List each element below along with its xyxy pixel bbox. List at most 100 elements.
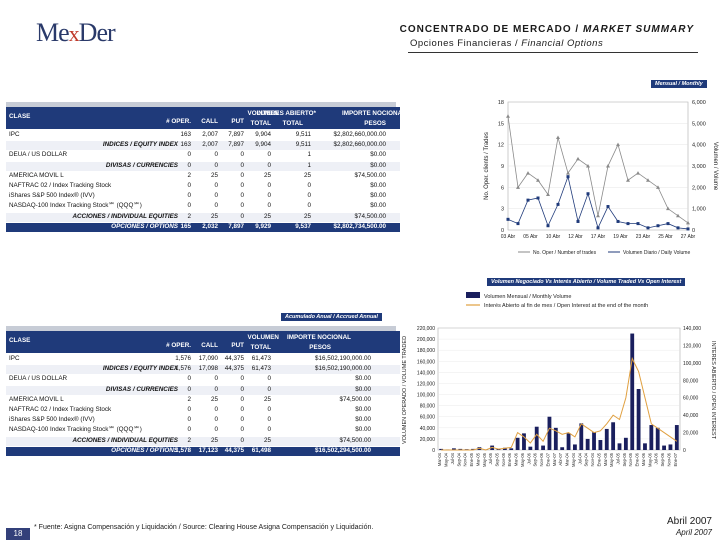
- table-cell: 7,897: [228, 222, 244, 230]
- legend-label: Volumen Mensual / Monthly Volume: [484, 294, 571, 300]
- bar: [630, 333, 635, 450]
- right-tick-label: 1,000: [692, 207, 706, 213]
- left-tick-label: 120,000: [417, 381, 435, 387]
- table-cell: 2,032: [202, 222, 218, 230]
- left-tick-label: 100,000: [417, 393, 435, 399]
- table-cell: $74,500.00: [354, 212, 386, 220]
- table-cell: 2: [187, 212, 191, 220]
- header-cell: IMPORTE NOCIONAL: [286, 334, 351, 341]
- x-tick-label: Mar-05: [603, 452, 608, 466]
- table-cell: $0.00: [355, 416, 371, 424]
- data-point: [686, 227, 690, 231]
- x-tick-label: May-05: [609, 452, 614, 467]
- right-axis-label: Volumen / Volume: [712, 142, 718, 191]
- data-point: [606, 205, 610, 209]
- page-number: 18: [6, 528, 30, 540]
- legend-label: No. Oper / Number of trades: [533, 250, 597, 256]
- data-point: [676, 226, 680, 230]
- table-cell: 1: [307, 161, 311, 169]
- data-point: [536, 196, 540, 200]
- row-label: iShares S&P 500 Index® (IVV): [9, 416, 95, 424]
- left-tick-label: 220,000: [417, 326, 435, 332]
- table-cell: 0: [187, 192, 191, 200]
- table-cell: 0: [267, 385, 271, 393]
- data-point: [626, 222, 630, 226]
- table-cell: 0: [214, 416, 218, 424]
- data-point: [596, 226, 600, 230]
- table-cell: 0: [214, 426, 218, 434]
- x-tick-label: Sep-06: [660, 452, 665, 466]
- table-cell: 0: [214, 385, 218, 393]
- header-cell: PESOS: [309, 344, 331, 351]
- table-row: DEUA / US DOLLAR 0 0 0 0 $0.00: [6, 375, 400, 384]
- table-cell: 61,473: [251, 365, 271, 373]
- table-row: INDICES / EQUITY INDEX 163 2,007 7,897 9,904…: [6, 141, 400, 151]
- table-cell: 17,098: [198, 365, 218, 373]
- x-tick-label: Ene-05: [596, 452, 601, 466]
- table-cell: $16,502,190,000.00: [314, 355, 371, 362]
- x-tick-label: Sep-05: [495, 452, 500, 466]
- row-label: INDICES / EQUITY INDEX: [102, 365, 178, 373]
- x-tick-label: Mar-06: [514, 452, 519, 466]
- table-cell: 0: [214, 182, 218, 189]
- bar: [573, 444, 577, 450]
- row-label: DEUA / US DOLLAR: [9, 151, 68, 159]
- x-tick-label: Jul-06: [526, 452, 531, 464]
- header-cell: PUT: [231, 118, 244, 125]
- table-cell: 0: [240, 406, 244, 413]
- data-point: [616, 219, 620, 223]
- table-cell: 1: [307, 151, 311, 159]
- table-cell: 0: [307, 202, 311, 210]
- x-tick-label: May-04: [571, 452, 576, 467]
- table-cell: $0.00: [370, 161, 386, 169]
- header-cell: INTERES ABIERTO*: [256, 110, 316, 117]
- table-cell: 9,904: [255, 141, 271, 149]
- header-rule: [408, 52, 698, 53]
- left-tick-label: 20,000: [420, 437, 436, 443]
- left-tick-label: 15: [498, 121, 504, 127]
- page-title: CONCENTRADO DE MERCADO / MARKET SUMMARY: [399, 24, 694, 35]
- bar: [560, 447, 565, 450]
- table-row: DIVISAS / CURRENCIES 0 0 0 0 $0.00: [6, 385, 400, 395]
- bar: [662, 445, 666, 450]
- table-cell: 44,375: [224, 355, 244, 362]
- chart2-tag: Volumen Negociado Vs Interés Abierto / V…: [487, 278, 686, 286]
- left-tick-label: 200,000: [417, 337, 435, 343]
- right-axis-label: INTERES ABIERTO / OPEN INTEREST: [710, 341, 716, 440]
- row-label: INDICES / EQUITY INDEX: [102, 141, 178, 149]
- bar: [592, 432, 596, 450]
- table-cell: 0: [240, 182, 244, 189]
- header-cell: PUT: [231, 342, 244, 349]
- x-tick-label: Mar-06: [641, 452, 646, 466]
- table-row: DIVISAS / CURRENCIES 0 0 0 0 1 $0.00: [6, 161, 400, 171]
- table-cell: 165: [180, 222, 191, 230]
- row-label: DIVISAS / CURRENCIES: [105, 385, 178, 393]
- right-tick-label: 60,000: [683, 396, 699, 402]
- right-tick-label: 120,000: [683, 343, 701, 349]
- data-point: [646, 226, 650, 230]
- bar: [541, 445, 545, 450]
- table-cell: 0: [187, 202, 191, 210]
- row-label: DEUA / US DOLLAR: [9, 375, 68, 383]
- mexder-logo: MexDer: [36, 18, 116, 47]
- x-tick-label: 27 Abr: [681, 234, 696, 240]
- row-label: ACCIONES / INDIVIDUAL EQUITIES: [72, 212, 178, 220]
- table-cell: 2: [187, 171, 191, 179]
- row-label: ACCIONES / INDIVIDUAL EQUITIES: [72, 436, 178, 444]
- bar: [534, 426, 539, 450]
- header-cell: TOTAL: [250, 344, 271, 351]
- monthly-table: CLASE # OPER. CALL PUT VOLUMEN TOTAL INTERES A…: [6, 107, 476, 242]
- header-cell: # OPER.: [166, 118, 191, 125]
- left-axis-label: No. Oper. clients / Trades: [484, 132, 490, 200]
- table-cell: 0: [267, 426, 271, 434]
- table-cell: 25: [210, 395, 218, 403]
- x-tick-label: Mar-04: [437, 452, 442, 466]
- row-label: NAFTRAC 02 / Index Tracking Stock: [9, 182, 112, 189]
- data-point: [526, 198, 530, 202]
- x-tick-label: May-06: [647, 452, 652, 467]
- table-row: ACCIONES / INDIVIDUAL EQUITIES 2 25 0 25 $74,…: [6, 436, 400, 446]
- row-label: iShares S&P 500 Index® (IVV): [9, 192, 95, 200]
- left-tick-label: 3: [501, 207, 504, 213]
- table-cell: 0: [267, 161, 271, 169]
- right-tick-label: 6,000: [692, 100, 706, 106]
